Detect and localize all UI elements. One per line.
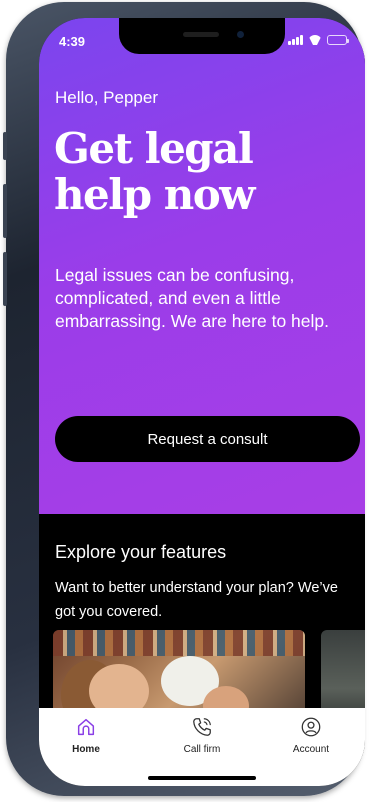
signal-icon <box>288 35 303 45</box>
greeting: Hello, Pepper <box>55 88 159 107</box>
page-title: Get legal help now <box>54 124 255 219</box>
tab-account-label: Account <box>292 744 330 755</box>
tab-account[interactable]: Account <box>271 716 351 755</box>
home-indicator[interactable] <box>148 776 256 780</box>
phone-icon <box>193 718 211 736</box>
request-consult-button[interactable]: Request a consult <box>55 416 360 462</box>
volume-down-button <box>3 252 7 306</box>
wifi-icon <box>308 35 322 45</box>
battery-icon <box>327 35 349 45</box>
volume-up-button <box>3 184 7 238</box>
phone-frame: 4:39 Hello, Pepper Get legal help now Le… <box>3 2 365 796</box>
tab-home[interactable]: Home <box>46 716 126 755</box>
notch <box>119 18 285 54</box>
tab-bar: Home Call firm Account <box>39 708 365 786</box>
tab-call-firm[interactable]: Call firm <box>162 716 242 755</box>
features-title: Explore your features <box>55 542 227 562</box>
home-icon <box>77 718 95 736</box>
speaker <box>183 32 219 37</box>
mute-switch <box>3 132 7 160</box>
tab-call-firm-label: Call firm <box>183 744 221 755</box>
intro-text: Legal issues can be confusing, complicat… <box>55 265 329 331</box>
account-icon <box>301 717 321 737</box>
features-subtitle: Want to better understand your plan? We’… <box>55 580 338 620</box>
status-time: 4:39 <box>59 34 86 49</box>
screen: 4:39 Hello, Pepper Get legal help now Le… <box>39 18 365 786</box>
camera <box>237 31 244 38</box>
status-icons <box>288 35 349 45</box>
rug-pattern <box>53 630 305 656</box>
tab-home-label: Home <box>72 744 100 755</box>
